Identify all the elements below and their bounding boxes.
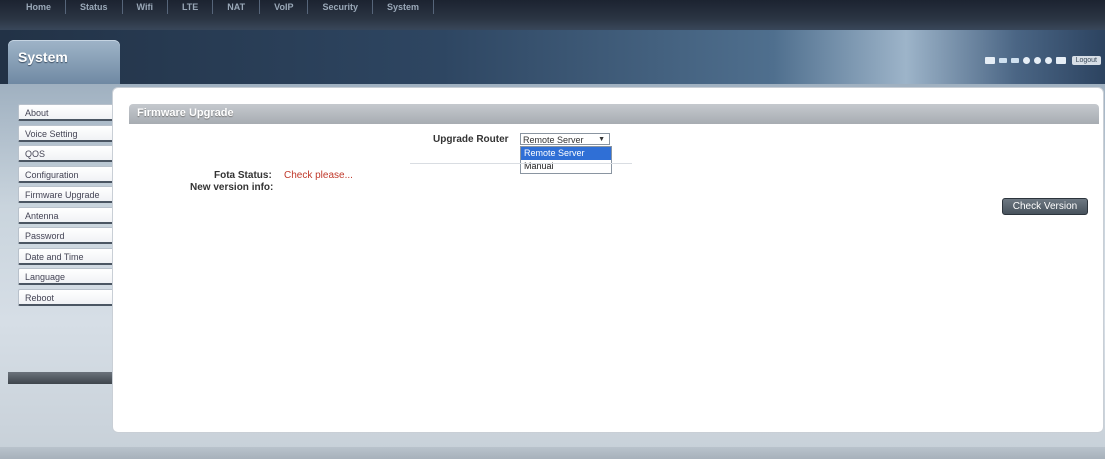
antenna-icon[interactable] — [1010, 58, 1019, 63]
sidebar-item-antenna[interactable]: Antenna — [18, 206, 116, 224]
sidebar-item-language[interactable]: Language — [18, 268, 116, 285]
nav-voip[interactable]: VoIP — [260, 0, 309, 14]
page-footer-strip — [0, 447, 1105, 459]
header-banner — [0, 30, 1105, 84]
dropdown-option-manual[interactable]: Manual — [521, 160, 611, 173]
top-navigation: Home Status Wifi LTE NAT VoIP Security S… — [0, 0, 1105, 31]
sidebar-item-reboot[interactable]: Reboot — [18, 288, 116, 306]
sidebar-item-qos[interactable]: QOS — [18, 145, 116, 162]
upgrade-router-dropdown: Remote Server Manual — [520, 146, 612, 174]
sidebar-item-password[interactable]: Password — [18, 227, 116, 244]
logout-button[interactable]: Logout — [1071, 56, 1101, 65]
fota-status-label: Fota Status: — [214, 170, 272, 181]
sidebar-item-about[interactable]: About — [18, 104, 116, 121]
monitor-icon[interactable] — [984, 57, 995, 64]
chevron-down-icon: ▼ — [598, 136, 605, 143]
sidebar-footer-bar — [8, 372, 114, 384]
upgrade-router-select[interactable]: Remote Server ▼ — [520, 133, 610, 145]
fota-status-value: Check please... — [284, 170, 353, 181]
divider — [410, 163, 632, 164]
upgrade-router-selected-value: Remote Server — [523, 135, 584, 145]
nav-nat[interactable]: NAT — [213, 0, 261, 14]
globe-icon[interactable] — [1022, 57, 1030, 64]
check-version-button[interactable]: Check Version — [1002, 198, 1088, 215]
sidebar-item-voice-setting[interactable]: Voice Setting — [18, 124, 116, 142]
sidebar-item-date-and-time[interactable]: Date and Time — [18, 247, 116, 265]
panel-header: Firmware Upgrade — [129, 104, 1099, 124]
nav-wifi[interactable]: Wifi — [123, 0, 168, 14]
dropdown-option-remote-server[interactable]: Remote Server — [521, 147, 611, 160]
panel-title: Firmware Upgrade — [137, 107, 234, 119]
sidebar-item-firmware-upgrade[interactable]: Firmware Upgrade — [18, 186, 116, 203]
nav-lte[interactable]: LTE — [168, 0, 214, 14]
header-icon-bar: Logout — [984, 56, 1101, 65]
mail-icon[interactable] — [1055, 57, 1066, 64]
message-icon[interactable] — [1044, 57, 1052, 64]
section-tab: System — [8, 40, 120, 84]
sidebar: About Voice Setting QOS Configuration Fi… — [18, 104, 116, 309]
nav-security[interactable]: Security — [308, 0, 374, 14]
signal-icon[interactable] — [998, 58, 1007, 63]
nav-home[interactable]: Home — [12, 0, 67, 14]
sidebar-item-configuration[interactable]: Configuration — [18, 165, 116, 183]
nav-system[interactable]: System — [373, 0, 435, 14]
nav-status[interactable]: Status — [66, 0, 123, 14]
settings-icon[interactable] — [1033, 57, 1041, 64]
upgrade-router-label: Upgrade Router — [433, 134, 509, 145]
section-title: System — [18, 49, 68, 65]
new-version-label: New version info: — [190, 182, 274, 193]
